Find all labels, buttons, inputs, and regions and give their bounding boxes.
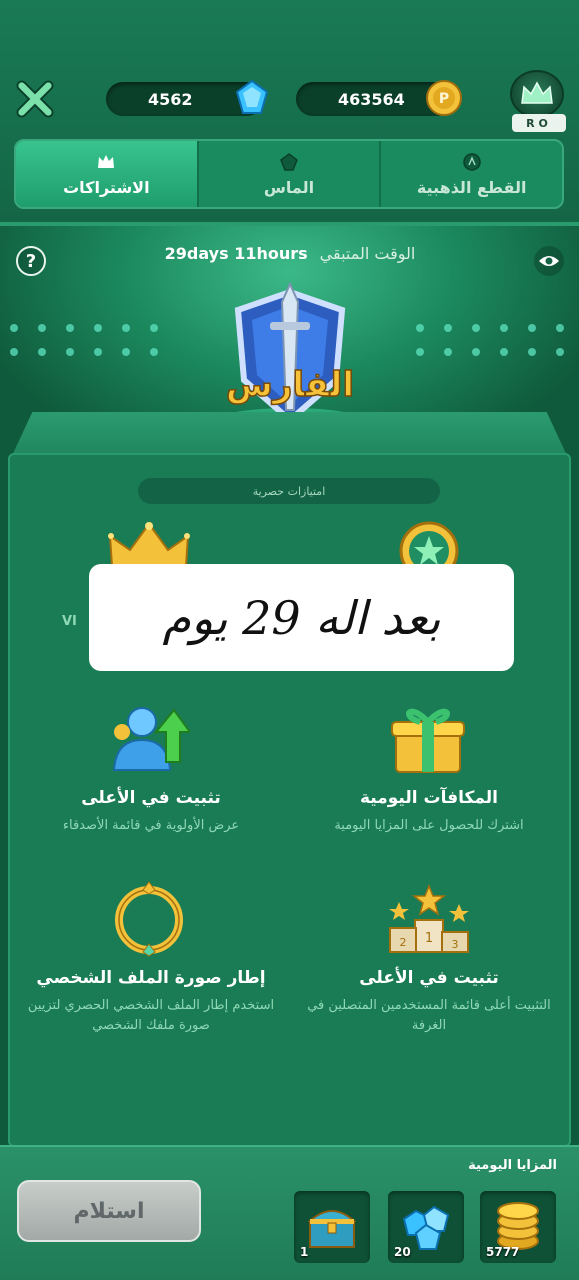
gold-balance[interactable]: 463564 P [296, 80, 462, 116]
tab-label: الاشتراكات [63, 177, 150, 197]
remaining-time: 29days 11hours الوقت المتبقي [150, 244, 430, 263]
panel-top-edge [10, 412, 569, 460]
avatar-tag: RO [512, 114, 566, 132]
user-pin-icon [112, 707, 190, 771]
close-button[interactable] [14, 78, 56, 120]
tab-diamonds[interactable]: الماس [196, 141, 380, 207]
tab-bar: الاشتراكات الماس القطع الذهبية [14, 139, 564, 209]
time-label: الوقت المتبقي [319, 244, 416, 263]
vip-label: VI [62, 614, 77, 629]
svg-text:1: 1 [425, 931, 433, 946]
perk-desc: عرض الأولوية في قائمة الأصدقاء [62, 818, 240, 833]
perk-desc: اشترك للحصول على المزايا اليومية [334, 818, 524, 833]
crown-icon [98, 154, 115, 168]
gift-icon [391, 708, 465, 773]
tab-label: الماس [263, 177, 315, 197]
chest-icon [307, 1210, 357, 1248]
close-icon [16, 80, 54, 118]
help-button[interactable]: ? [16, 246, 46, 276]
avatar-crown [510, 70, 564, 118]
diamond-balance[interactable]: 4562 [106, 79, 269, 116]
eye-icon [539, 256, 559, 266]
coin-icon [462, 152, 481, 171]
crown-icon [521, 81, 553, 104]
perk-profile-frame: إطار صورة الملف الشخصي استخدم إطار الملف… [18, 968, 284, 1036]
time-value: 29days 11hours [164, 244, 308, 263]
vip-crown-icon [108, 522, 190, 567]
perk-desc: استخدم إطار الملف الشخصي الحصري لتزيين ص… [27, 998, 275, 1033]
tab-label: القطع الذهبية [416, 177, 527, 197]
vip-perk-partial: VI [62, 610, 92, 629]
avatar[interactable]: RO [510, 70, 568, 132]
diamond-icon [235, 79, 269, 114]
tab-subscriptions[interactable]: الاشتراكات [16, 141, 197, 207]
podium-icon: 1 2 3 [389, 884, 469, 953]
daily-label: المزايا اليومية [468, 1158, 557, 1173]
reward-count: 20 [394, 1245, 411, 1259]
perk-pin-room: تثبيت في الأعلى التثبيت أعلى قائمة المست… [300, 968, 558, 1036]
svg-text:2: 2 [400, 936, 407, 949]
svg-text:3: 3 [452, 938, 459, 951]
claim-label: استلام [73, 1198, 145, 1224]
perk-pin-friends: تثبيت في الأعلى عرض الأولوية في قائمة ال… [22, 788, 280, 836]
perk-title: تثبيت في الأعلى [359, 968, 499, 988]
reward-diamonds: 20 [388, 1191, 464, 1263]
perk-desc: التثبيت أعلى قائمة المستخدمين المتصلين ف… [307, 998, 551, 1033]
star-medal-icon [399, 521, 459, 568]
overlay-text: بعد اله 29 يوم [162, 590, 441, 645]
preview-button[interactable] [534, 246, 564, 276]
svg-text:P: P [439, 91, 449, 107]
frame-icon [115, 881, 183, 957]
overlay-note: بعد اله 29 يوم [89, 564, 514, 671]
perks-header: امتيازات حصرية [138, 478, 440, 504]
perk-daily-rewards: المكافآت اليومية اشترك للحصول على المزاي… [300, 788, 558, 836]
reward-coins: 5777 [480, 1191, 556, 1263]
perk-title: إطار صورة الملف الشخصي [36, 968, 266, 988]
badge-label: الفارس [226, 365, 354, 405]
gold-coin-icon: P [426, 80, 462, 116]
reward-count: 5777 [486, 1245, 520, 1259]
reward-count: 1 [300, 1245, 309, 1259]
perk-title: المكافآت اليومية [360, 788, 498, 808]
reward-chest: 1 [294, 1191, 370, 1263]
claim-button[interactable]: استلام [17, 1180, 201, 1242]
diamond-icon [280, 152, 298, 171]
question-icon: ? [25, 250, 37, 272]
perk-title: تثبيت في الأعلى [81, 788, 221, 808]
tab-gold[interactable]: القطع الذهبية [379, 141, 562, 207]
